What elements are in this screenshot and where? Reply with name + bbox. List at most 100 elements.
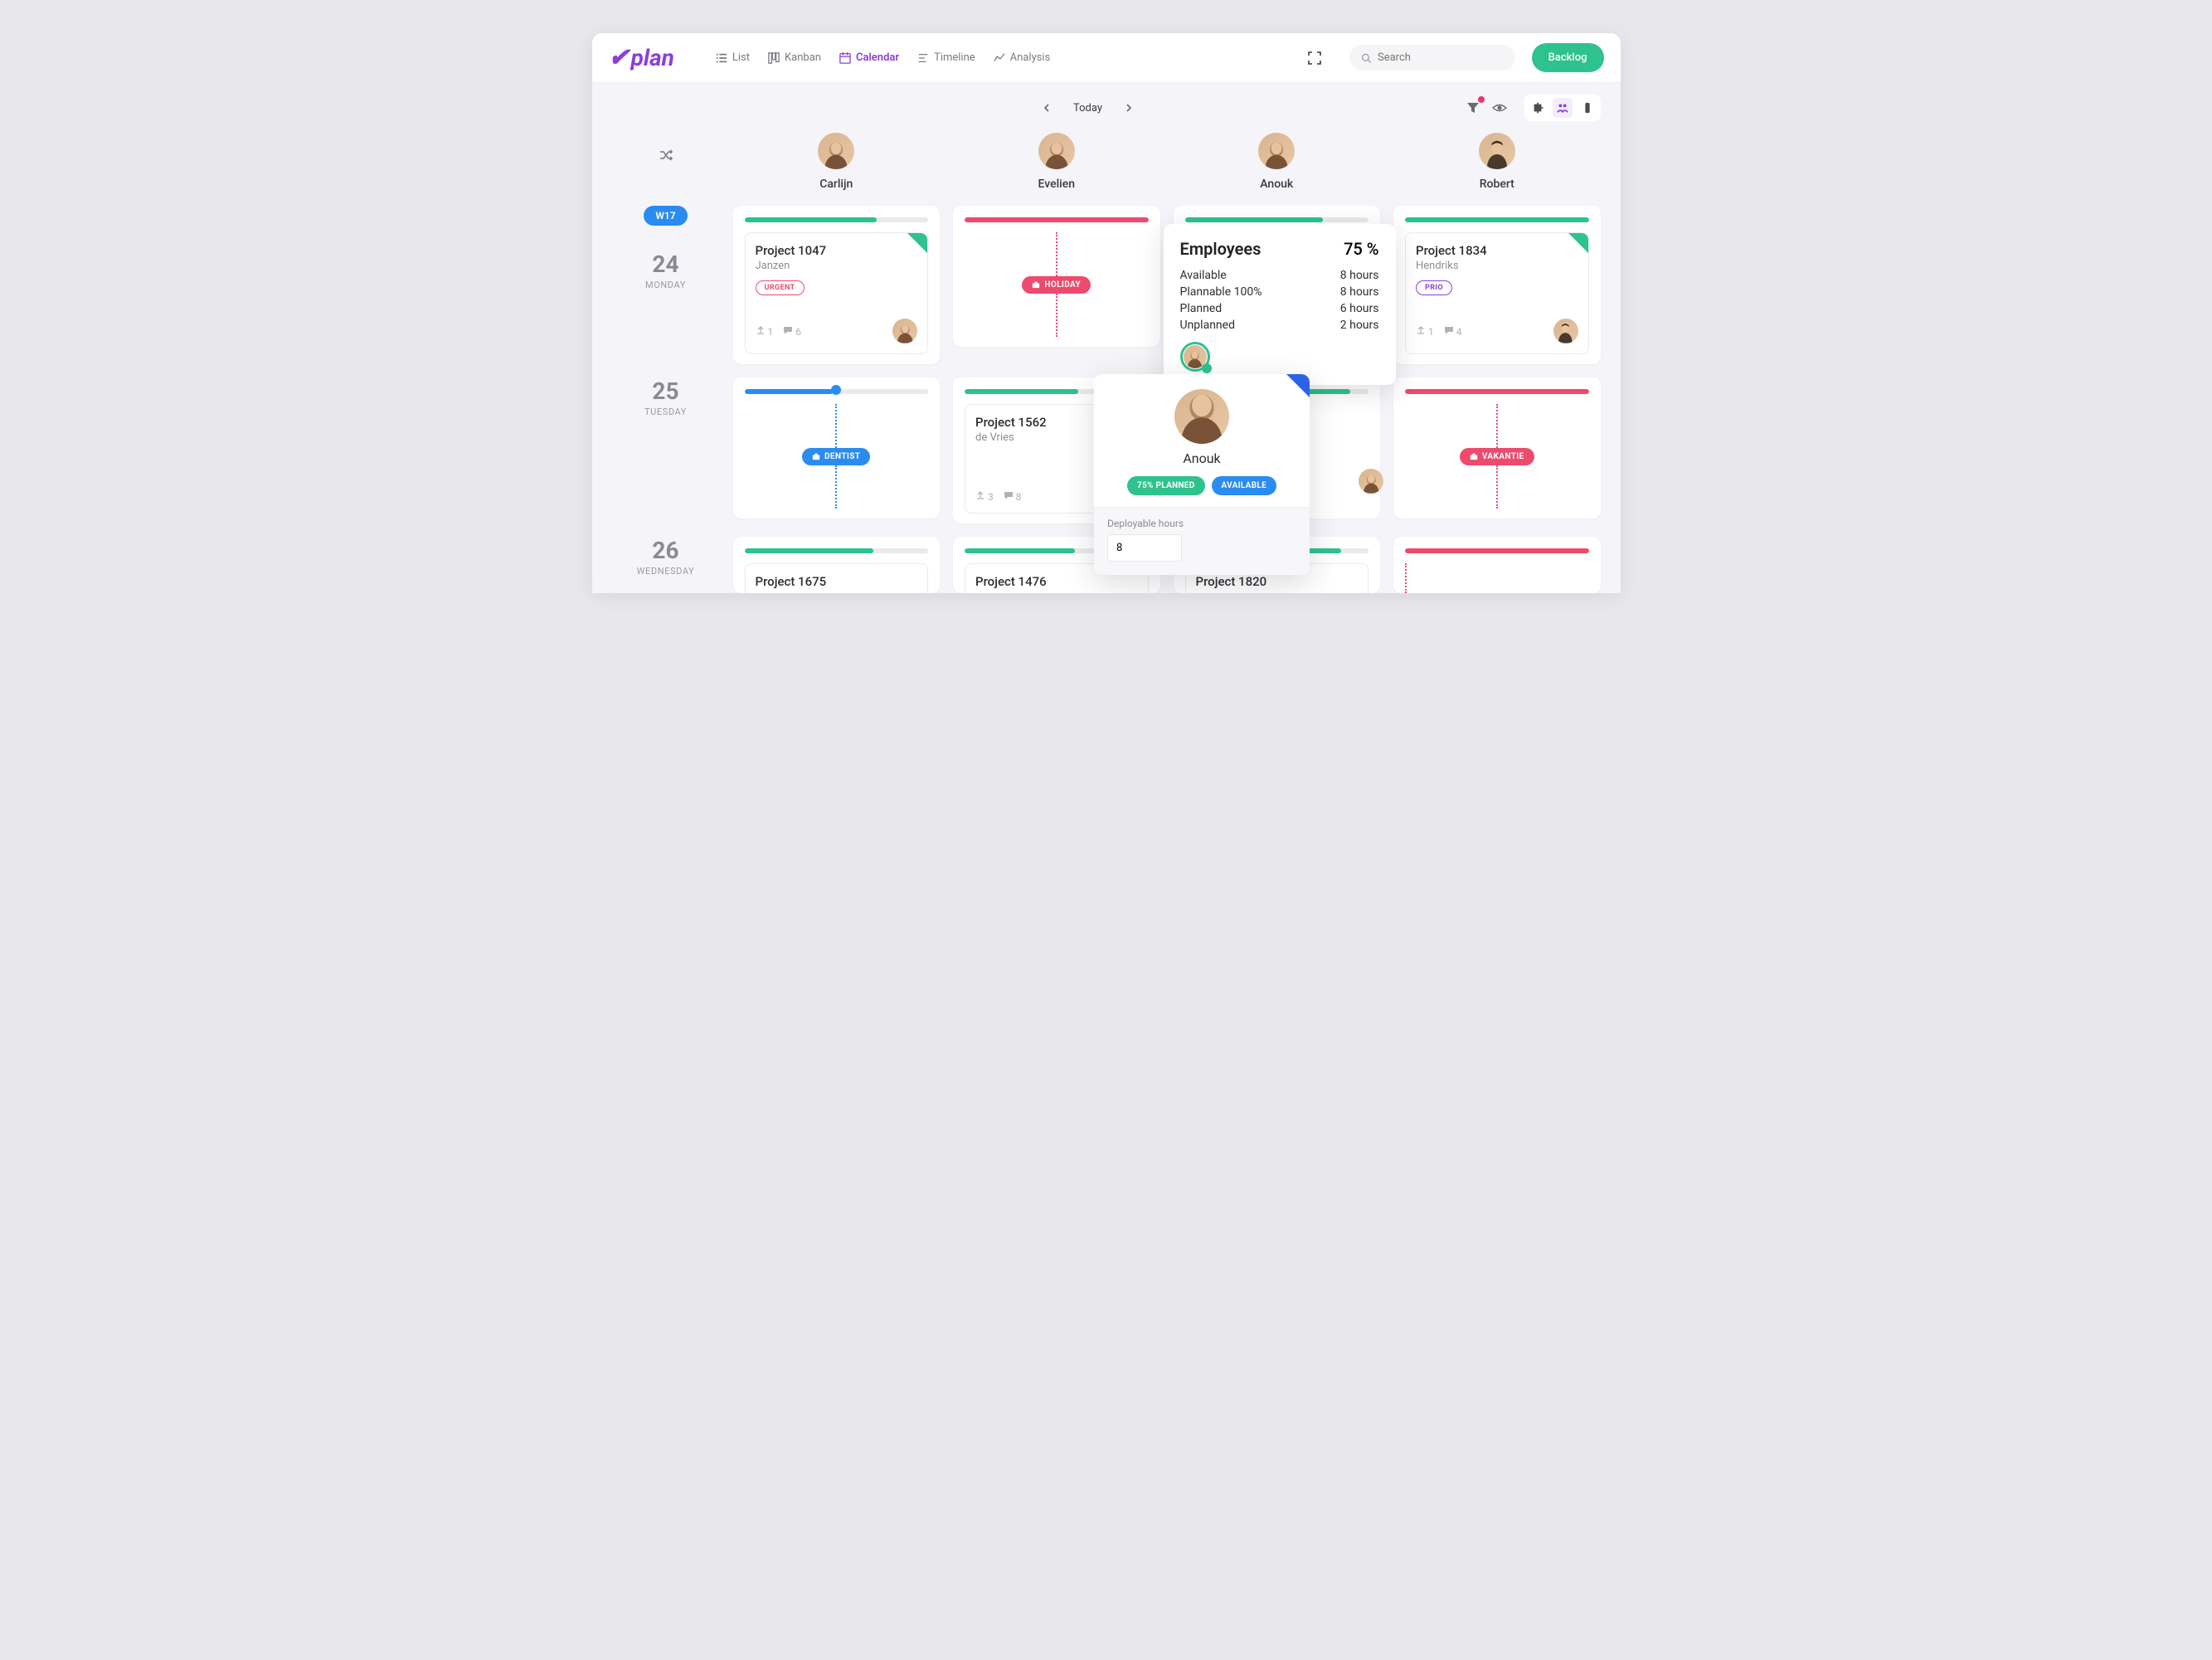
capacity-bar xyxy=(745,548,929,553)
dentist-marker[interactable]: DENTIST xyxy=(802,448,870,465)
search-icon xyxy=(1361,52,1371,64)
filter-icon[interactable] xyxy=(1465,100,1481,116)
lane-robert-tue[interactable]: VAKANTIE xyxy=(1393,377,1601,518)
holiday-marker[interactable]: HOLIDAY xyxy=(1022,276,1091,294)
analysis-icon xyxy=(994,52,1005,64)
search-input[interactable] xyxy=(1378,51,1504,64)
employee-header[interactable]: Anouk xyxy=(1174,133,1381,191)
lane-evelien-tue[interactable]: Project 1562 de Vries 3 8 Anouk 75% PLAN… xyxy=(953,377,1160,523)
lane-evelien-mon[interactable]: HOLIDAY xyxy=(953,206,1160,347)
tab-timeline[interactable]: Timeline xyxy=(917,51,975,64)
pill-planned: 75% PLANNED xyxy=(1127,476,1205,495)
day-name: MONDAY xyxy=(612,280,720,290)
employee-header[interactable]: Robert xyxy=(1393,133,1601,191)
capacity-bar xyxy=(1405,389,1589,394)
capacity-bar xyxy=(1405,217,1589,222)
card-corner-icon xyxy=(1568,233,1588,253)
brand-logo: ✔plan xyxy=(609,43,674,72)
capacity-bar xyxy=(745,217,929,222)
capacity-bar xyxy=(965,217,1149,222)
avatar xyxy=(1174,389,1229,444)
shuffle-icon[interactable] xyxy=(612,133,720,163)
assignee-avatar xyxy=(1553,319,1578,343)
pill-available: AVAILABLE xyxy=(1212,476,1276,495)
popover-title: Employees xyxy=(1180,239,1262,259)
deployable-label: Deployable hours xyxy=(1107,518,1296,529)
chat-icon xyxy=(783,325,793,335)
employees-popover: Employees 75 % Available8 hours Plannabl… xyxy=(1164,224,1396,385)
vakantie-marker[interactable]: VAKANTIE xyxy=(1460,448,1534,465)
avatar xyxy=(1479,133,1515,169)
tab-calendar[interactable]: Calendar xyxy=(839,51,899,64)
backlog-button[interactable]: Backlog xyxy=(1532,43,1604,72)
card-corner-icon xyxy=(907,233,927,253)
tag-urgent: URGENT xyxy=(756,280,805,295)
suitcase-icon xyxy=(812,452,820,460)
card-project-1675[interactable]: Project 1675 xyxy=(745,563,929,593)
day-name: TUESDAY xyxy=(612,406,720,417)
seg-people-icon[interactable] xyxy=(1553,98,1573,118)
eye-icon[interactable] xyxy=(1491,100,1508,116)
tab-list[interactable]: List xyxy=(716,51,750,64)
progress-handle[interactable] xyxy=(831,385,841,395)
suitcase-icon xyxy=(1032,280,1040,289)
card-project-1834[interactable]: Project 1834 Hendriks PRIO 1 4 xyxy=(1405,232,1589,354)
logo-check-icon: ✔ xyxy=(609,43,630,72)
capacity-bar xyxy=(1185,217,1369,222)
tab-analysis[interactable]: Analysis xyxy=(994,51,1051,64)
filter-badge xyxy=(1478,96,1485,103)
tag-prio: PRIO xyxy=(1416,280,1452,295)
assignee-avatar xyxy=(892,319,917,343)
capacity-bar xyxy=(1405,548,1589,553)
status-dot-icon xyxy=(1202,363,1212,373)
avatar xyxy=(1258,133,1295,169)
comment-count: 4 xyxy=(1444,325,1462,338)
day-name: WEDNESDAY xyxy=(612,566,720,577)
card-corner-icon xyxy=(1286,374,1310,397)
popover-avatar[interactable] xyxy=(1180,342,1210,372)
employee-detail-card: Anouk 75% PLANNED AVAILABLE Deployable h… xyxy=(1094,374,1310,575)
view-tabs: List Kanban Calendar Timeline Analysis xyxy=(716,51,1050,64)
list-icon xyxy=(716,52,727,64)
lane-robert-wed[interactable] xyxy=(1393,537,1601,593)
next-button[interactable] xyxy=(1121,100,1137,116)
fullscreen-icon[interactable] xyxy=(1308,51,1321,65)
week-badge: W17 xyxy=(644,206,687,226)
lane-robert-mon[interactable]: Project 1834 Hendriks PRIO 1 4 xyxy=(1393,206,1601,364)
popover-percent: 75 % xyxy=(1344,239,1378,259)
lane-carlijn-mon[interactable]: Project 1047 Janzen URGENT 1 6 xyxy=(733,206,941,364)
attachment-count: 1 xyxy=(1416,325,1434,338)
seg-resource-icon[interactable] xyxy=(1578,98,1597,118)
deployable-input[interactable] xyxy=(1107,534,1182,562)
employee-header[interactable]: Evelien xyxy=(953,133,1160,191)
lane-carlijn-wed[interactable]: Project 1675 xyxy=(733,537,941,593)
assignee-avatar xyxy=(1359,469,1383,494)
brand-text: plan xyxy=(631,44,674,71)
timeline-icon xyxy=(917,52,929,64)
avatar xyxy=(1038,133,1075,169)
day-number: 24 xyxy=(612,251,720,278)
day-number: 25 xyxy=(612,377,720,405)
lane-anouk-mon[interactable]: Employees 75 % Available8 hours Plannabl… xyxy=(1174,206,1381,347)
employee-header[interactable]: Carlijn xyxy=(733,133,941,191)
today-label[interactable]: Today xyxy=(1073,102,1102,114)
sub-bar: Today xyxy=(592,83,1621,133)
avatar xyxy=(818,133,854,169)
employee-card-name: Anouk xyxy=(1109,450,1295,466)
attachment-count: 1 xyxy=(756,325,774,338)
suitcase-icon xyxy=(1470,452,1478,460)
view-segment xyxy=(1524,95,1601,121)
card-project-1047[interactable]: Project 1047 Janzen URGENT 1 6 xyxy=(745,232,929,354)
upload-icon xyxy=(756,325,766,335)
prev-button[interactable] xyxy=(1038,100,1055,116)
comment-count: 6 xyxy=(783,325,801,338)
calendar-icon xyxy=(839,52,851,64)
attachment-count: 3 xyxy=(975,490,994,503)
seg-puzzle-icon[interactable] xyxy=(1528,98,1548,118)
search-box[interactable] xyxy=(1349,45,1515,71)
top-bar: ✔plan List Kanban Calendar Timeline Anal… xyxy=(592,33,1621,83)
date-navigator: Today xyxy=(1038,100,1137,116)
tab-kanban[interactable]: Kanban xyxy=(768,51,821,64)
comment-count: 8 xyxy=(1004,490,1022,503)
lane-carlijn-tue[interactable]: DENTIST xyxy=(733,377,941,518)
